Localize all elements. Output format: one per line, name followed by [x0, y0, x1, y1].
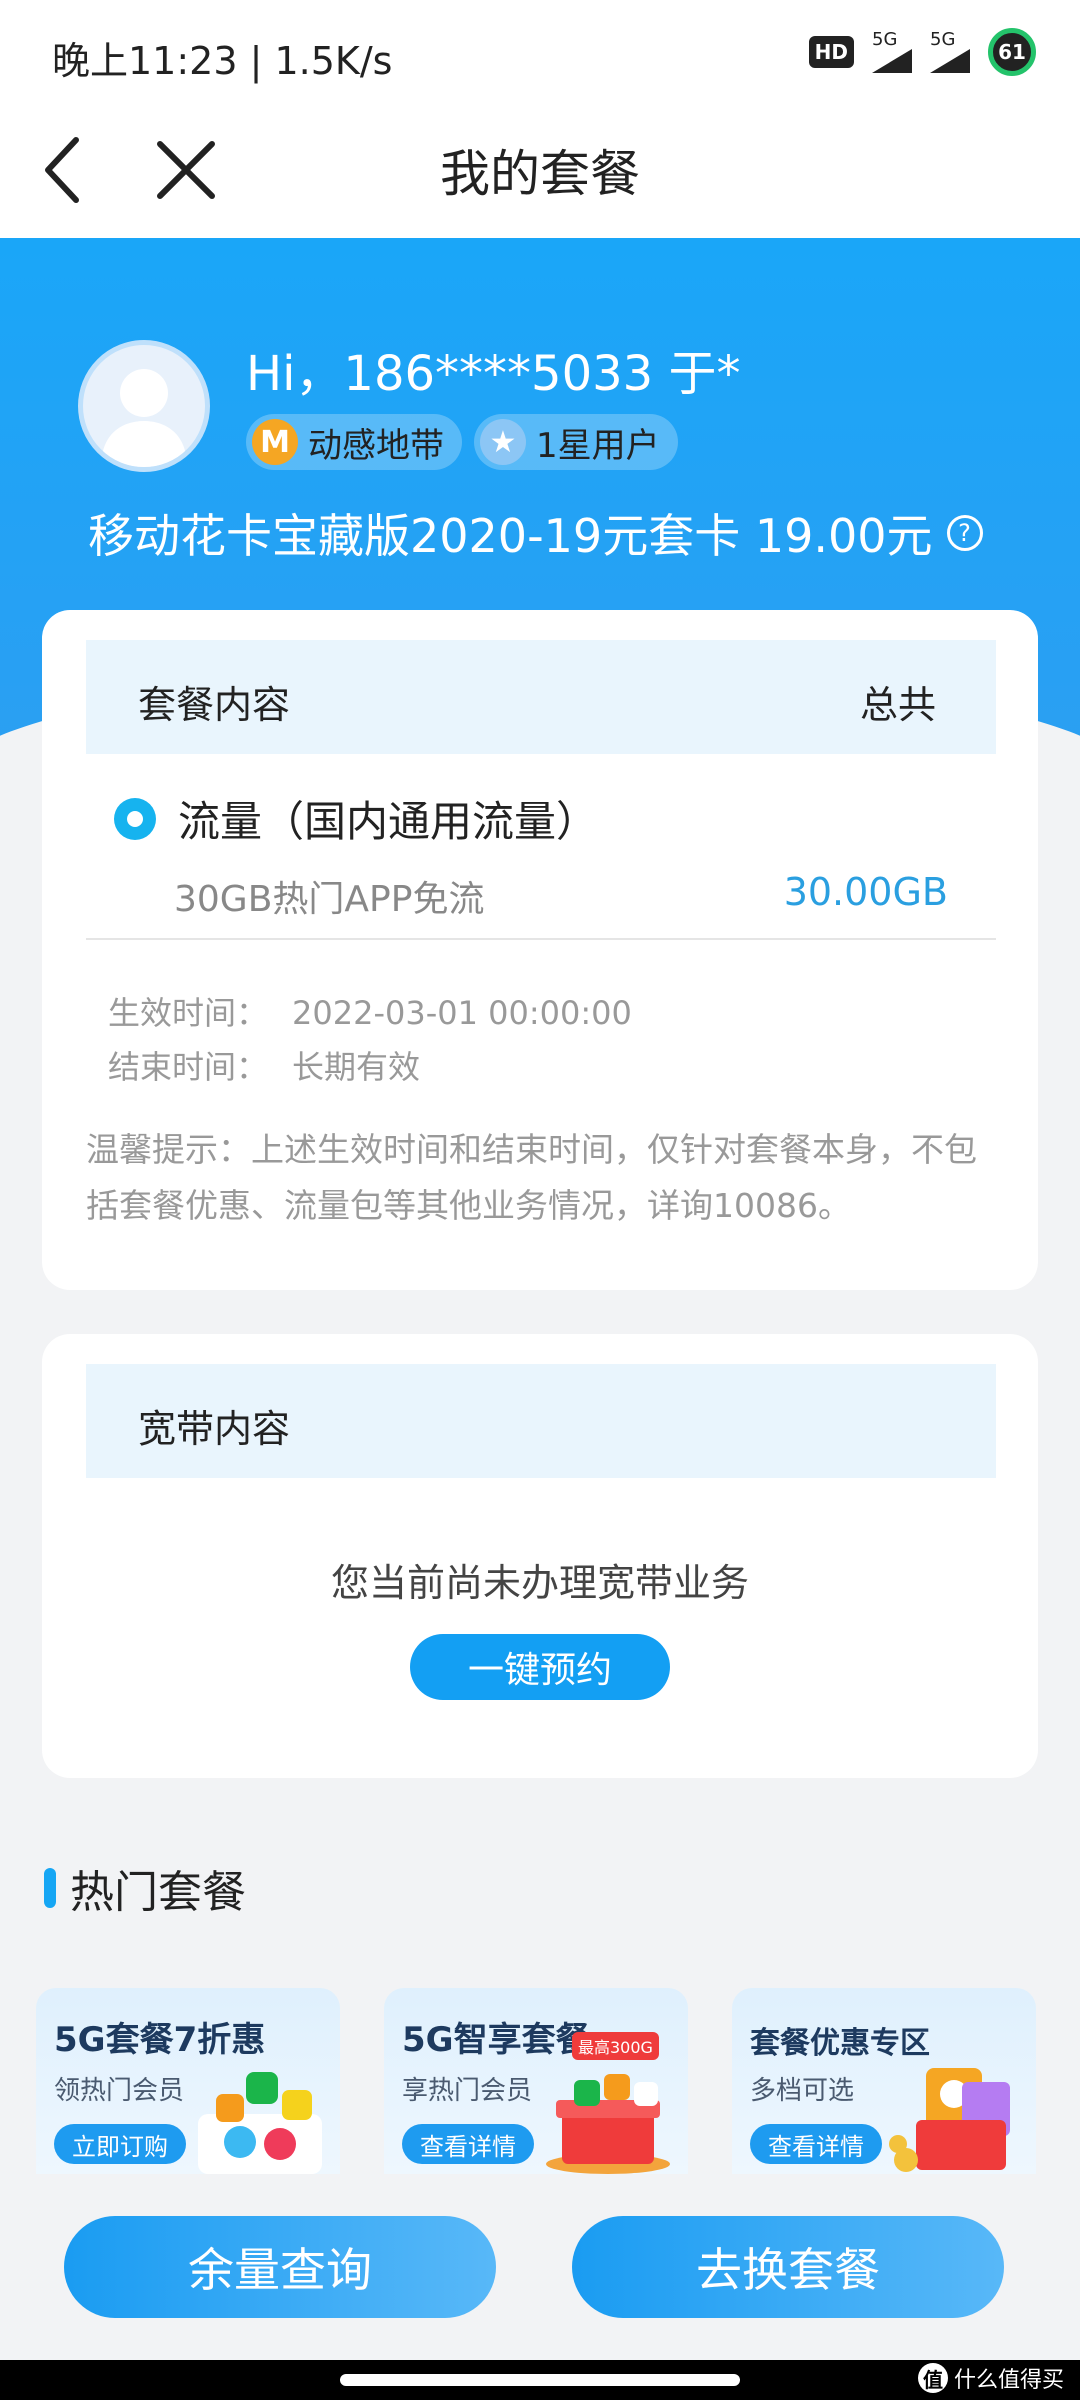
m-brand-icon: M — [252, 419, 298, 465]
data-item-sub: 30GB热门APP免流 — [174, 879, 485, 920]
promo-sub: 享热门会员 — [402, 2076, 533, 2106]
brand-tag-label: 动感地带 — [308, 425, 444, 466]
level-tag: ★ 1星用户 — [474, 414, 678, 470]
hot-title-label: 热门套餐 — [70, 1867, 246, 1918]
end-time-value: 长期有效 — [292, 1048, 421, 1086]
watermark: 值 什么值得买 — [917, 2362, 1064, 2394]
start-time-value: 2022-03-01 00:00:00 — [292, 994, 632, 1032]
data-item-title: 流量（国内通用流量） — [114, 788, 598, 849]
plan-name: 移动花卡宝藏版2020-19元套卡 19.00元 — [88, 509, 933, 563]
hd-icon: HD — [808, 36, 854, 68]
broadband-card: 宽带内容 您当前尚未办理宽带业务 一键预约 — [42, 1334, 1038, 1778]
brand-tag: M 动感地带 — [246, 414, 462, 470]
level-tag-label: 1星用户 — [536, 425, 660, 466]
top-nav: 我的套餐 — [0, 100, 1080, 238]
avatar[interactable] — [78, 340, 210, 472]
avatar-person-icon — [101, 369, 187, 467]
status-icons: HD 5G 5G 61 — [808, 28, 1036, 76]
home-indicator[interactable] — [340, 2374, 740, 2386]
user-tags: M 动感地带 ★ 1星用户 — [246, 414, 678, 470]
data-item-value: 30.00GB — [783, 870, 948, 914]
start-time-label: 生效时间： — [108, 994, 269, 1032]
status-bar: 晚上11:23 | 1.5K/s HD 5G 5G 61 — [0, 0, 1080, 100]
divider — [86, 938, 996, 940]
section-bar-icon — [44, 1868, 56, 1908]
promo-title: 套餐优惠专区 — [750, 2026, 930, 2061]
star-icon: ★ — [480, 419, 526, 465]
plan-line: 移动花卡宝藏版2020-19元套卡 19.00元 ? — [88, 500, 983, 566]
package-total-label: 总共 — [859, 683, 936, 727]
promo-card-1[interactable]: 5G套餐7折惠 领热门会员 立即订购 — [36, 1988, 340, 2174]
promo-button[interactable]: 查看详情 — [750, 2124, 882, 2164]
promo-sub: 多档可选 — [750, 2076, 855, 2106]
help-icon[interactable]: ? — [946, 515, 983, 551]
status-time: 晚上11:23 | 1.5K/s — [52, 39, 393, 83]
start-time-row: 生效时间： 2022-03-01 00:00:00 — [108, 988, 632, 1034]
signal-label-2: 5G — [930, 29, 956, 50]
data-item-label: 流量（国内通用流量） — [178, 797, 599, 846]
promo-title: 5G套餐7折惠 — [54, 2020, 266, 2060]
app-icons-illustration — [198, 2072, 322, 2174]
coupon-gift-illustration — [889, 2068, 1010, 2172]
watermark-logo: 值 — [917, 2363, 948, 2393]
package-card-header: 套餐内容 总共 — [86, 640, 996, 754]
promo-button[interactable]: 立即订购 — [54, 2124, 186, 2164]
tip-text: 温馨提示：上述生效时间和结束时间，仅针对套餐本身，不包括套餐优惠、流量包等其他业… — [86, 1130, 977, 1225]
promo-title: 5G智享套餐 — [402, 2020, 590, 2060]
promo-card-2[interactable]: 5G智享套餐 享热门会员 查看详情 最高300G — [384, 1988, 688, 2174]
promo-card-3[interactable]: 套餐优惠专区 多档可选 查看详情 — [732, 1988, 1036, 2174]
one-click-booking-button[interactable]: 一键预约 — [410, 1634, 670, 1700]
hot-section-title: 热门套餐 — [44, 1856, 246, 1920]
end-time-row: 结束时间： 长期有效 — [108, 1042, 420, 1088]
end-time-label: 结束时间： — [108, 1048, 269, 1086]
watermark-text: 什么值得买 — [953, 2368, 1064, 2393]
package-card: 套餐内容 总共 流量（国内通用流量） 30GB热门APP免流 30.00GB 生… — [42, 610, 1038, 1290]
promo-button[interactable]: 查看详情 — [402, 2124, 534, 2164]
promo-sub: 领热门会员 — [54, 2076, 185, 2106]
broadband-empty-text: 您当前尚未办理宽带业务 — [330, 1561, 749, 1605]
bottom-action-bar: 余量查询 去换套餐 — [0, 2174, 1080, 2360]
package-content-label: 套餐内容 — [138, 683, 291, 727]
user-greeting: Hi，186****5033 于* — [246, 346, 741, 402]
balance-query-button[interactable]: 余量查询 — [64, 2216, 496, 2318]
broadband-content-label: 宽带内容 — [138, 1407, 291, 1451]
signal-icon-2: 5G — [930, 31, 970, 73]
promo-badge: 最高300G — [572, 2032, 659, 2060]
battery-icon: 61 — [988, 28, 1036, 76]
radio-dot-icon — [114, 797, 156, 840]
broadband-card-header: 宽带内容 — [86, 1364, 996, 1478]
gift-box-illustration — [546, 2074, 670, 2174]
change-plan-button[interactable]: 去换套餐 — [572, 2216, 1004, 2318]
signal-label-1: 5G — [872, 29, 898, 50]
signal-icon-1: 5G — [872, 31, 912, 73]
page-title: 我的套餐 — [440, 145, 640, 203]
